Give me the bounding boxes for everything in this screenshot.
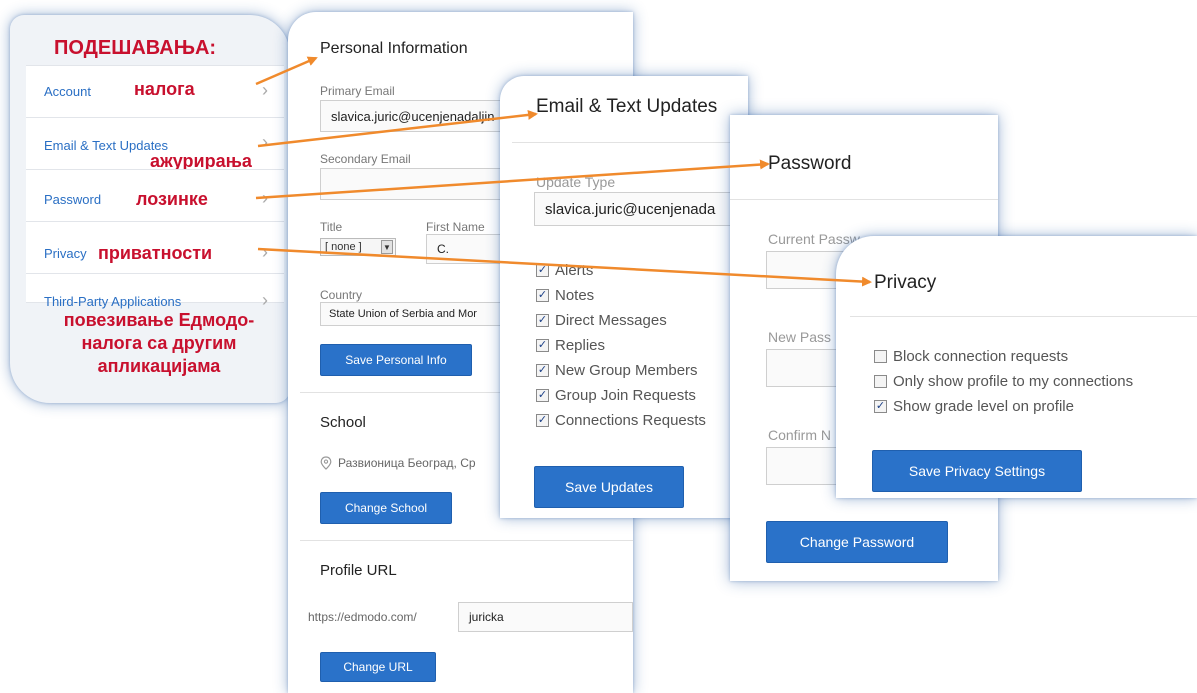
checkbox-alerts[interactable]: ✓ Alerts [536, 262, 593, 279]
change-password-button[interactable]: Change Password [766, 521, 948, 563]
checkbox-icon[interactable]: ✓ [536, 414, 549, 427]
school-title: School [320, 414, 366, 431]
checkbox-label: Direct Messages [555, 312, 667, 329]
checkbox-label: Group Join Requests [555, 387, 696, 404]
annotation-privacy: приватности [98, 243, 213, 263]
checkbox-label: New Group Members [555, 362, 698, 379]
panel-title: Privacy [874, 272, 937, 293]
first-name-label: First Name [426, 220, 485, 234]
nav-item-third-party[interactable]: Third-Party Applications › [26, 273, 284, 310]
checkbox-replies[interactable]: ✓ Replies [536, 337, 605, 354]
checkbox-only-show-profile[interactable]: Only show profile to my connections [874, 373, 1133, 390]
save-updates-button[interactable]: Save Updates [534, 466, 684, 508]
divider [512, 142, 748, 143]
profile-url-title: Profile URL [320, 562, 397, 579]
checkbox-icon[interactable]: ✓ [536, 314, 549, 327]
current-password-label: Current Passw [768, 231, 860, 247]
change-url-button[interactable]: Change URL [320, 652, 436, 682]
checkbox-icon[interactable]: ✓ [536, 364, 549, 377]
change-school-button[interactable]: Change School [320, 492, 452, 524]
nav-item-label: Third-Party Applications [44, 294, 182, 309]
checkbox-icon[interactable] [874, 350, 887, 363]
checkbox-label: Connections Requests [555, 412, 706, 429]
checkbox-icon[interactable]: ✓ [536, 339, 549, 352]
checkbox-show-grade-level[interactable]: ✓ Show grade level on profile [874, 398, 1074, 415]
checkbox-icon[interactable]: ✓ [536, 289, 549, 302]
checkbox-label: Only show profile to my connections [893, 373, 1134, 390]
profile-url-prefix: https://edmodo.com/ [308, 610, 417, 624]
title-label: Title [320, 220, 343, 234]
school-location: Развионица Београд, Ср [320, 456, 476, 470]
email-updates-panel: Email & Text Updates Update Type slavica… [500, 76, 748, 518]
nav-item-label: Privacy [44, 246, 87, 261]
privacy-panel: Privacy Block connection requests Only s… [836, 236, 1197, 498]
chevron-right-icon: › [262, 188, 268, 208]
checkbox-notes[interactable]: ✓ Notes [536, 287, 594, 304]
checkbox-new-group-members[interactable]: ✓ New Group Members [536, 362, 698, 379]
nav-item-label: Account [44, 84, 91, 99]
checkbox-icon[interactable] [874, 375, 887, 388]
update-type-field[interactable]: slavica.juric@ucenjenada [534, 192, 748, 226]
checkbox-label: Replies [555, 337, 606, 354]
school-name: Развионица Београд, Ср [338, 456, 476, 470]
settings-heading: ПОДЕШАВАЊА: [54, 37, 217, 59]
checkbox-block-connection-requests[interactable]: Block connection requests [874, 348, 1068, 365]
checkbox-label: Block connection requests [893, 348, 1069, 365]
checkbox-group-join-requests[interactable]: ✓ Group Join Requests [536, 387, 696, 404]
checkbox-label: Alerts [555, 262, 594, 279]
nav-item-label: Password [44, 192, 102, 207]
primary-email-label: Primary Email [320, 84, 395, 98]
country-select[interactable]: State Union of Serbia and Mor [320, 302, 520, 326]
chevron-down-icon: ▼ [381, 240, 393, 254]
checkbox-icon[interactable]: ✓ [536, 264, 549, 277]
checkbox-icon[interactable]: ✓ [874, 400, 887, 413]
chevron-right-icon: › [262, 132, 268, 152]
divider [730, 199, 998, 200]
update-type-label: Update Type [536, 174, 616, 190]
annotation-third-party: повезивање Едмодо- налога са другим апли… [63, 310, 255, 376]
checkbox-icon[interactable]: ✓ [536, 389, 549, 402]
new-password-label: New Pass [768, 329, 832, 345]
title-select[interactable]: [ none ] ▼ [320, 238, 396, 256]
country-label: Country [320, 288, 363, 302]
map-pin-icon [320, 456, 332, 470]
panel-title: Email & Text Updates [536, 96, 718, 117]
annotation-account: налога [134, 79, 195, 99]
save-privacy-settings-button[interactable]: Save Privacy Settings [872, 450, 1082, 492]
divider [850, 316, 1197, 317]
panel-title: Password [768, 153, 852, 174]
chevron-right-icon: › [262, 80, 268, 100]
chevron-right-icon: › [262, 290, 268, 310]
checkbox-connections-requests[interactable]: ✓ Connections Requests [536, 412, 706, 429]
checkbox-label: Show grade level on profile [893, 398, 1074, 415]
confirm-password-label: Confirm N [768, 427, 832, 443]
checkbox-label: Notes [555, 287, 595, 304]
checkbox-direct-messages[interactable]: ✓ Direct Messages [536, 312, 667, 329]
profile-url-field[interactable]: juricka [458, 602, 633, 632]
title-select-value: [ none ] [325, 241, 362, 253]
save-personal-info-button[interactable]: Save Personal Info [320, 344, 472, 376]
chevron-right-icon: › [262, 242, 268, 262]
secondary-email-label: Secondary Email [320, 152, 411, 166]
divider [300, 540, 633, 541]
annotation-password: лозинке [136, 189, 208, 209]
settings-nav-panel: ПОДЕШАВАЊА: Account › налога Email & Tex… [10, 15, 290, 403]
panel-title: Personal Information [320, 40, 468, 57]
